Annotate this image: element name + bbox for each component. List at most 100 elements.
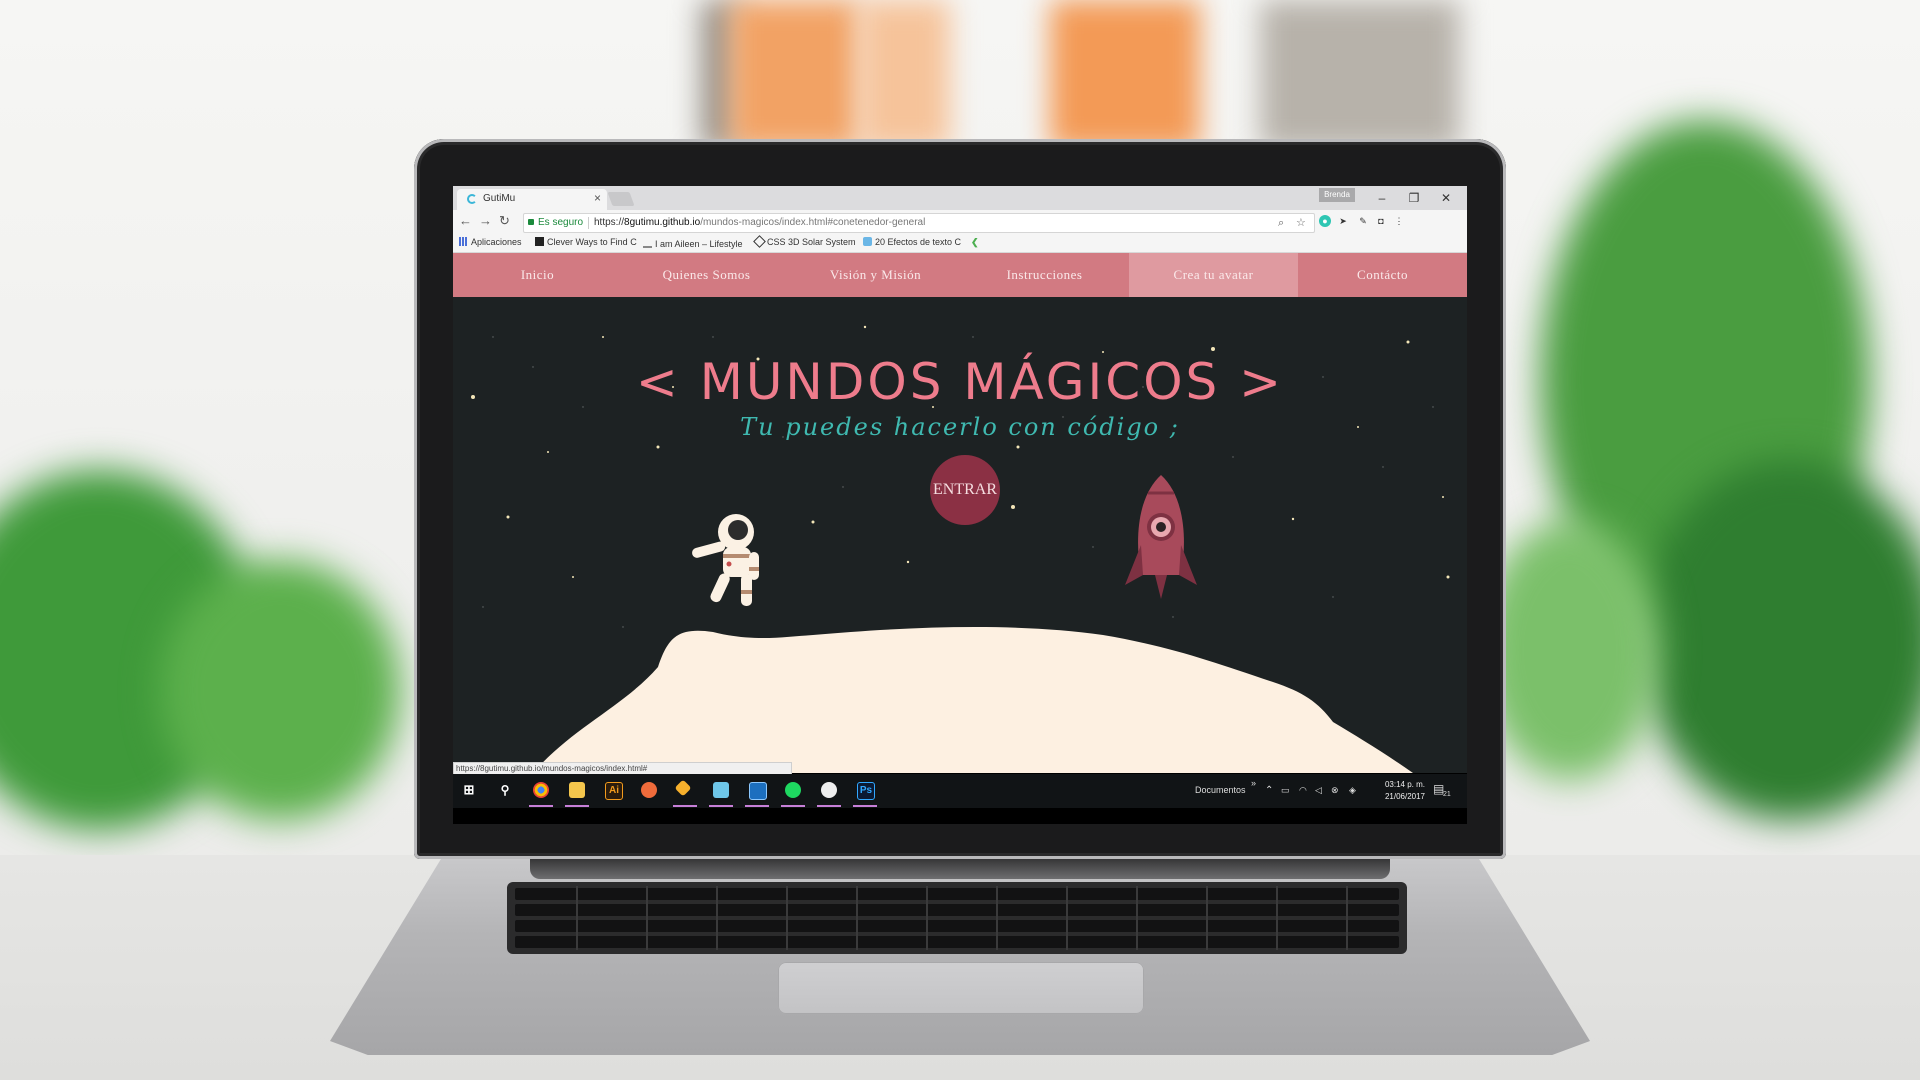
toolbar-documentos[interactable]: Documentos (1195, 785, 1246, 795)
lock-icon (528, 219, 534, 225)
windows-start-icon[interactable]: ⊞ (461, 782, 477, 798)
pocket-icon[interactable]: ◘ (1375, 215, 1387, 227)
secure-label: Es seguro (538, 217, 584, 228)
active-app-indicator (529, 805, 553, 807)
bookmark-label: I am Aileen – Lifestyle (655, 239, 743, 249)
toolbar-chevron-icon[interactable]: » (1251, 778, 1256, 788)
restore-button[interactable]: ❐ (1399, 187, 1429, 209)
bookmark-text-effects[interactable]: 20 Efectos de texto C (863, 237, 961, 247)
zoom-icon[interactable]: ⌕ (1278, 214, 1284, 232)
nav-vision-mision[interactable]: Visión y Misión (791, 253, 960, 297)
url-text: https://8gutimu.github.io/mundos-magicos… (594, 214, 925, 232)
nav-contacto[interactable]: Contácto (1298, 253, 1467, 297)
url-divider (588, 217, 589, 229)
code-icon[interactable] (749, 782, 767, 800)
astronaut-illustration (692, 514, 759, 606)
bookmark-label: CSS 3D Solar System (767, 237, 856, 247)
url-host: 8gutimu.github.io (624, 217, 701, 228)
rocket-illustration (1125, 475, 1197, 599)
forward-arrow-icon[interactable]: → (479, 213, 492, 228)
moon-surface (533, 627, 1413, 773)
search-icon[interactable]: ⚲ (497, 782, 513, 798)
active-app-indicator (709, 805, 733, 807)
keyboard-keys (515, 886, 1399, 950)
bookmark-icon (863, 237, 872, 246)
bookshelf-blur (1260, 0, 1460, 150)
secure-indicator[interactable]: Es seguro (528, 214, 583, 232)
wifi-icon[interactable]: ◠ (1299, 785, 1307, 796)
plant-right-blur (1480, 520, 1660, 780)
nav-crea-avatar[interactable]: Crea tu avatar (1129, 253, 1298, 297)
hero-title: < MUNDOS MÁGICOS > (635, 353, 1285, 411)
extension-teal-icon[interactable]: ● (1319, 215, 1331, 227)
h-logo-icon (535, 237, 544, 246)
trackpad (778, 962, 1144, 1014)
notepad-icon[interactable] (713, 782, 729, 798)
taskbar-clock[interactable]: 03:14 p. m. 21/06/2017 (1385, 779, 1425, 803)
browser-tab-strip: GutiMu × Brenda – ❐ ✕ (453, 186, 1467, 210)
enter-button[interactable]: ENTRAR (930, 455, 1000, 525)
back-arrow-icon[interactable]: ← (459, 213, 472, 228)
plant-right-blur (1640, 460, 1920, 820)
nav-inicio[interactable]: Inicio (453, 253, 622, 297)
sketch-icon[interactable] (674, 779, 692, 797)
active-app-indicator (781, 805, 805, 807)
active-app-indicator (853, 805, 877, 807)
bookshelf-blur (860, 0, 950, 150)
show-hidden-icons-icon[interactable]: ⌃ (1265, 785, 1273, 796)
nav-instrucciones[interactable]: Instrucciones (960, 253, 1129, 297)
bookmark-star-icon[interactable]: ☆ (1296, 214, 1306, 232)
active-app-indicator (673, 805, 697, 807)
reload-icon[interactable]: ↻ (499, 213, 510, 229)
dropbox-icon[interactable]: ◈ (1349, 785, 1356, 796)
extension-cursor-icon[interactable]: ➤ (1337, 215, 1349, 227)
bookmark-solar-system[interactable]: CSS 3D Solar System (753, 235, 856, 248)
browser-toolbar: ← → ↻ Es seguro https://8gutimu.github.i… (453, 210, 1467, 234)
codepen-icon (753, 235, 766, 248)
notification-count: 21 (1443, 791, 1451, 798)
illustrator-icon[interactable]: Ai (605, 782, 623, 800)
active-app-indicator (817, 805, 841, 807)
bookmark-aileen[interactable]: I am Aileen – Lifestyle (643, 237, 743, 249)
aileen-icon (643, 237, 652, 248)
close-window-button[interactable]: ✕ (1431, 187, 1461, 209)
gutimu-favicon-icon (467, 194, 477, 204)
url-scheme: https:// (594, 217, 625, 228)
apps-grid-icon (459, 237, 468, 246)
bookmark-apps[interactable]: Aplicaciones (459, 237, 522, 247)
nav-quienes-somos[interactable]: Quienes Somos (622, 253, 791, 297)
tab-title: GutiMu (483, 193, 516, 204)
spotify-icon[interactable] (785, 782, 801, 798)
eyedropper-icon[interactable]: ✎ (1357, 215, 1369, 227)
photoshop-icon[interactable]: Ps (857, 782, 875, 800)
tab-close-icon[interactable]: × (594, 191, 601, 205)
web-page: Inicio Quienes Somos Visión y Misión Ins… (453, 253, 1467, 773)
bookmark-clever-ways[interactable]: Clever Ways to Find C (535, 237, 637, 247)
battery-icon[interactable]: ▭ (1281, 785, 1290, 796)
brackets-icon[interactable] (641, 782, 657, 798)
sync-icon[interactable]: ⊗ (1331, 785, 1339, 796)
bookshelf-blur (730, 0, 860, 150)
laptop-screen: GutiMu × Brenda – ❐ ✕ ← → ↻ Es seguro ht… (453, 186, 1467, 824)
slack-icon[interactable] (821, 782, 837, 798)
plant-left-blur (160, 560, 400, 820)
clock-date: 21/06/2017 (1384, 792, 1425, 801)
new-tab-button[interactable] (607, 192, 635, 206)
volume-icon[interactable]: ◁ (1315, 785, 1322, 796)
menu-dots-icon[interactable]: ⋮ (1393, 215, 1405, 227)
minimize-button[interactable]: – (1367, 187, 1397, 209)
bookmark-label: Clever Ways to Find C (547, 237, 637, 247)
windows-taskbar: ⊞ ⚲ Ai Ps Documentos » ⌃ ▭ ◠ ◁ ⊗ ◈ 03:14… (453, 774, 1467, 808)
bookshelf-blur (1050, 0, 1200, 150)
address-bar[interactable]: Es seguro https://8gutimu.github.io/mund… (523, 213, 1315, 233)
bookmarks-bar: Aplicaciones Clever Ways to Find C I am … (453, 234, 1467, 253)
file-explorer-icon[interactable] (569, 782, 585, 798)
chrome-icon[interactable] (533, 782, 549, 798)
bookmark-label: 20 Efectos de texto C (875, 237, 962, 247)
hero-subtitle: Tu puedes hacerlo con código ; (740, 413, 1180, 441)
profile-badge[interactable]: Brenda (1319, 188, 1355, 202)
extension-green-icon[interactable]: ❮ (971, 237, 979, 248)
url-path: /mundos-magicos/index.html#conetenedor-g… (700, 217, 926, 228)
browser-tab[interactable]: GutiMu × (457, 189, 607, 210)
keyboard (507, 882, 1407, 954)
